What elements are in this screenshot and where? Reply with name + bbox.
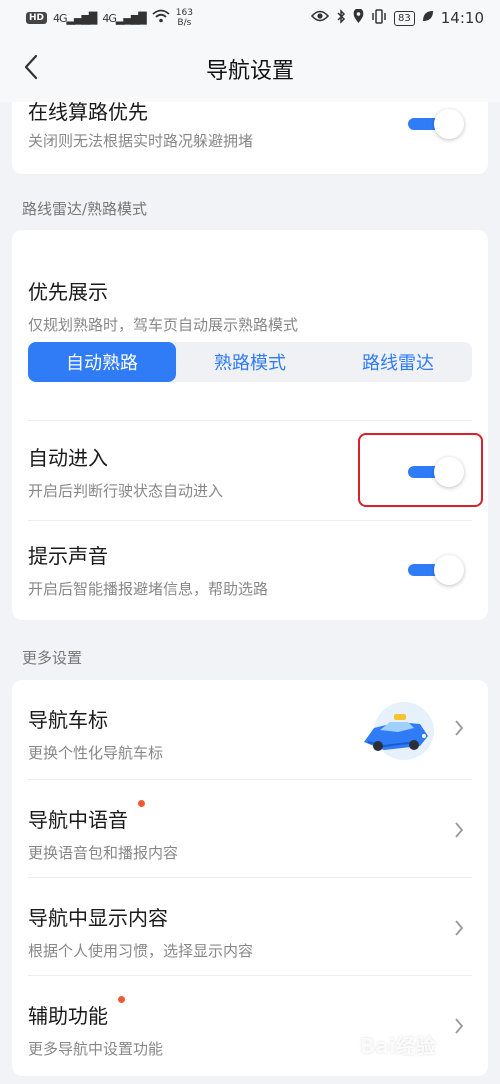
more-settings-card: 导航车标 更换个性化导航车标 导航中语音 更换语音包和播报内容 导航中显示内容 … [12,680,488,1076]
eye-icon [310,10,330,26]
net-speed-value: 163 [175,8,193,18]
list-item-assist[interactable]: 辅助功能 更多导航中设置功能 [12,976,488,1076]
priority-title: 优先展示 [28,280,108,304]
divider [28,420,472,421]
page-title-overlay: 导航设置 [205,59,294,84]
sim1-label: 4G [53,11,67,25]
vibrate-icon [371,8,387,28]
auto-enter-subtitle: 开启后判断行驶状态自动进入 [28,482,224,500]
sim2-signal-icon: 4G▂▄▆█ [102,11,146,25]
seg-route-radar[interactable]: 路线雷达 [324,342,472,382]
leaf-icon [422,10,434,26]
battery-level: 83 [394,10,415,26]
sim1-signal-icon: 4G▂▄▆█ [53,11,97,25]
hd-badge: HD [26,12,48,24]
toggle-knob [434,555,464,585]
status-right: 83 14:10 [310,7,484,28]
list-item-subtitle: 更换个性化导航车标 [28,744,164,762]
prompt-sound-toggle[interactable] [408,554,464,585]
auto-enter-title: 自动进入 [28,446,108,470]
online-route-toggle[interactable] [408,108,464,139]
radar-card: 优先展示 仅规划熟路时，驾车页自动展示熟路模式 自动熟路 熟路模式 路线雷达 自… [12,230,488,620]
back-arrow-icon [23,54,39,84]
status-bar: HD 4G▂▄▆█ 4G▂▄▆█ 163 B/s 83 14:10 [0,0,500,36]
online-route-subtitle: 关闭则无法根据实时路况躲避拥堵 [28,132,254,150]
watermark: Bai经验 [360,1034,436,1058]
bluetooth-icon [336,8,346,28]
section-label-more: 更多设置 [22,649,83,667]
divider [28,520,472,521]
sim2-label: 4G [102,11,116,25]
clock: 14:10 [440,9,484,27]
priority-segmented-control: 自动熟路 熟路模式 路线雷达 [28,342,472,382]
new-badge-dot [138,800,145,807]
net-speed-unit: B/s [177,18,192,28]
prompt-sound-subtitle: 开启后智能播报避堵信息，帮助选路 [28,580,269,598]
net-speed: 163 B/s [176,8,193,28]
list-item-title: 导航中语音 [28,808,128,832]
new-badge-dot [118,996,125,1003]
back-button-overlay[interactable] [14,52,48,86]
chevron-right-icon [454,820,464,845]
list-item-title: 导航车标 [28,708,108,732]
highlight-annotation [358,433,483,507]
list-item-subtitle: 根据个人使用习惯，选择显示内容 [28,942,254,960]
seg-auto-familiar[interactable]: 自动熟路 [28,342,176,382]
status-left: HD 4G▂▄▆█ 4G▂▄▆█ 163 B/s [26,8,193,28]
chevron-right-icon [454,1016,464,1041]
chevron-right-icon [454,718,464,743]
chevron-right-icon [454,918,464,943]
list-item-voice[interactable]: 导航中语音 更换语音包和播报内容 [12,780,488,878]
prompt-sound-title: 提示声音 [28,544,108,568]
nav-bar-overlay: 导航设置 [0,36,500,102]
list-item-title: 辅助功能 [28,1004,108,1028]
list-item-subtitle: 更多导航中设置功能 [28,1040,164,1058]
location-icon [353,7,364,28]
toggle-knob [434,109,464,139]
car-icon [358,700,440,762]
section-label-radar: 路线雷达/熟路模式 [22,200,148,218]
list-item-display-content[interactable]: 导航中显示内容 根据个人使用习惯，选择显示内容 [12,878,488,976]
list-item-car-icon-setting[interactable]: 导航车标 更换个性化导航车标 [12,680,488,780]
list-item-title: 导航中显示内容 [28,906,168,930]
list-item-subtitle: 更换语音包和播报内容 [28,844,179,862]
seg-familiar-mode[interactable]: 熟路模式 [176,342,324,382]
priority-subtitle: 仅规划熟路时，驾车页自动展示熟路模式 [28,316,299,334]
wifi-icon [152,9,170,27]
